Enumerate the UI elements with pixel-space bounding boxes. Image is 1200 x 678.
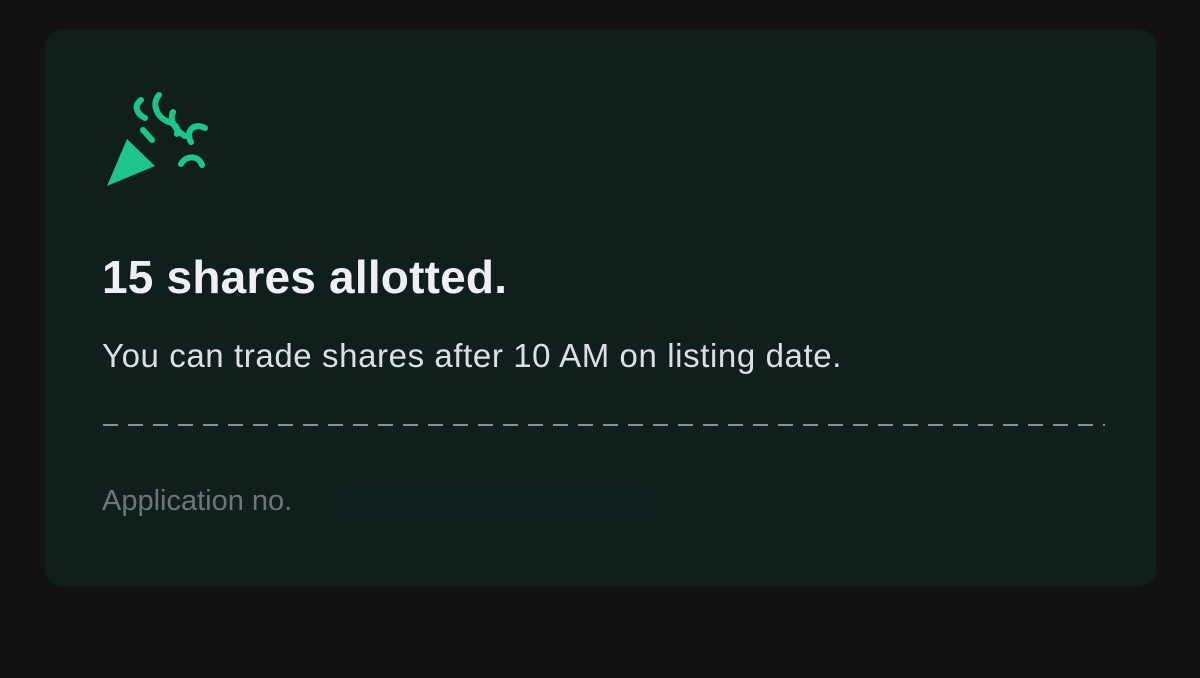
dashed-divider (103, 424, 1105, 426)
application-number-value-redacted (345, 487, 645, 517)
party-popper-icon (107, 92, 208, 186)
allotment-message: You can trade shares after 10 AM on list… (102, 337, 842, 374)
allotment-title: 15 shares allotted. (102, 251, 508, 303)
application-number-label: Application no. (102, 485, 293, 517)
allotment-card: 15 shares allotted. You can trade shares… (45, 29, 1156, 587)
